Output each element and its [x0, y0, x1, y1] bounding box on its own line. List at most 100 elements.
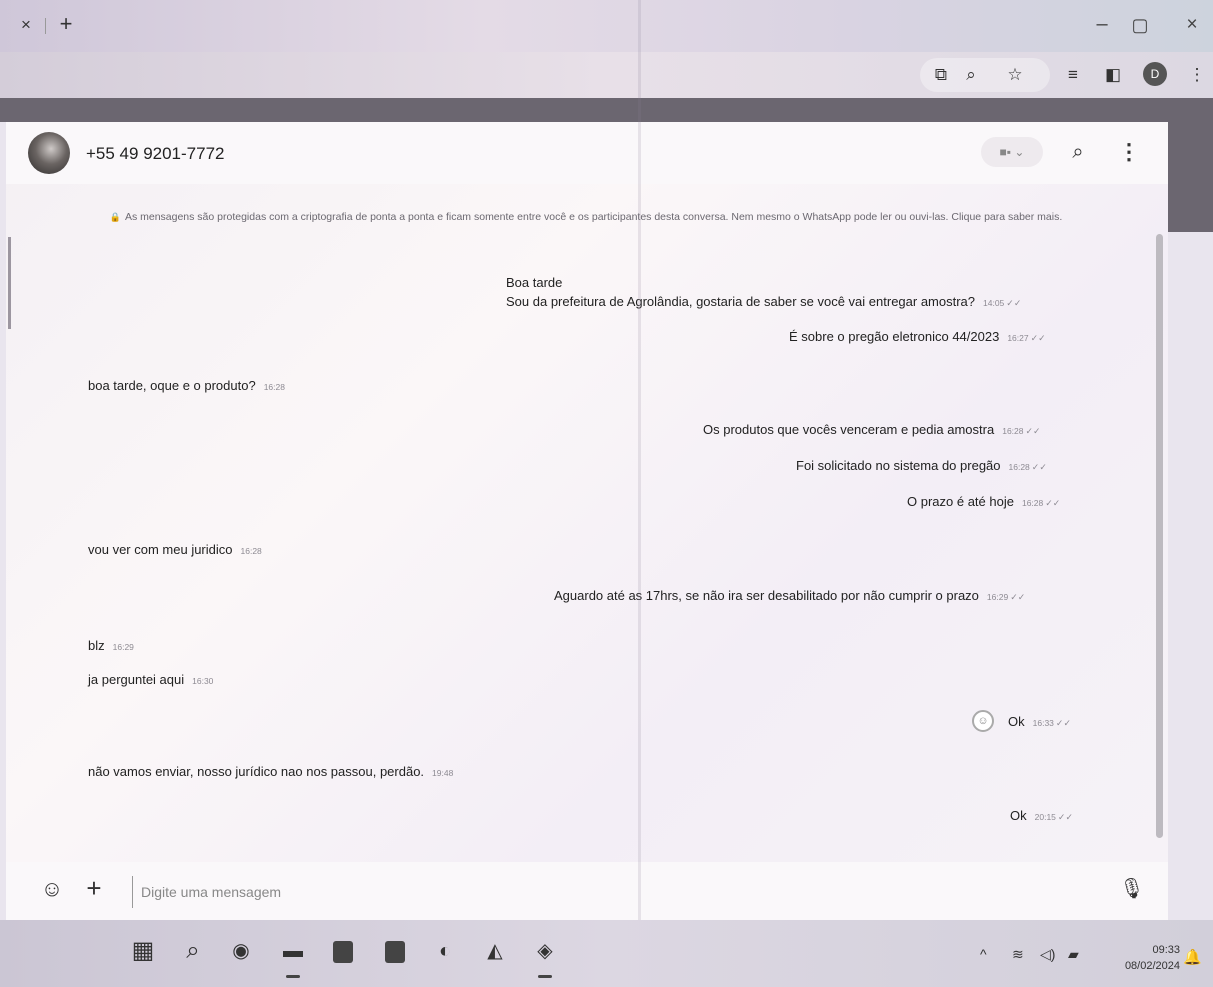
- contact-name[interactable]: +55 49 9201-7772: [86, 144, 225, 164]
- install-app-icon[interactable]: ⧉: [926, 60, 956, 90]
- message-time: 16:28: [1021, 498, 1044, 508]
- message-outgoing[interactable]: Ok 16:33 ✓✓: [1008, 712, 1071, 733]
- bookmark-star-icon[interactable]: ☆: [1000, 60, 1030, 90]
- message-time: 16:28: [1002, 426, 1024, 436]
- file-explorer-icon[interactable]: ▬: [278, 936, 308, 966]
- encryption-notice[interactable]: 🔒 As mensagens são protegidas com a cript…: [86, 206, 1086, 228]
- search-icon[interactable]: ⌕: [1064, 138, 1092, 166]
- start-menu-icon[interactable]: ▦: [128, 936, 158, 966]
- whatsapp-chat-pane: +55 49 9201-7772 ■▪ ⌄ ⌕ ⋮ 🔒 As mensagens …: [6, 122, 1168, 920]
- message-time: 16:28: [1008, 462, 1030, 472]
- message-text: ja perguntei aqui: [88, 672, 185, 687]
- message-text: boa tarde, oque e o produto?: [88, 378, 256, 393]
- document-app-icon[interactable]: [333, 941, 353, 963]
- message-incoming[interactable]: ja perguntei aqui 16:30: [88, 670, 213, 691]
- browser-tab-bar: × + – ▢ ×: [0, 0, 1213, 52]
- tab-separator: [45, 18, 46, 34]
- read-receipt-icon: ✓✓: [1045, 498, 1061, 508]
- tray-overflow-icon[interactable]: ^: [980, 946, 987, 962]
- tab-close-icon[interactable]: ×: [14, 12, 38, 38]
- message-outgoing[interactable]: Foi solicitado no sistema do pregão 16:28…: [796, 456, 1047, 477]
- whatsapp-app-icon[interactable]: ◈: [530, 936, 560, 966]
- zoom-icon[interactable]: ⌕: [956, 60, 986, 90]
- message-incoming[interactable]: boa tarde, oque e o produto? 16:28: [88, 376, 285, 397]
- drive-app-icon[interactable]: ◭: [480, 936, 510, 966]
- message-incoming[interactable]: blz 16:29: [88, 636, 134, 657]
- wifi-icon[interactable]: ≋: [1012, 946, 1024, 963]
- lock-icon: 🔒: [109, 212, 121, 222]
- notification-bell-icon[interactable]: 🔔: [1183, 948, 1202, 966]
- message-time: 16:30: [192, 676, 214, 686]
- message-time: 16:29: [112, 642, 134, 652]
- chrome-app-icon[interactable]: ◉: [226, 936, 256, 966]
- left-edge-marker: [8, 237, 11, 329]
- message-time: 16:28: [263, 382, 285, 392]
- photo-crease: [638, 0, 641, 987]
- message-text-line: Sou da prefeitura de Agrolândia, gostari…: [506, 294, 976, 309]
- read-receipt-icon: ✓✓: [1025, 426, 1041, 436]
- message-composer: ☺ + 🎙: [6, 862, 1168, 920]
- read-receipt-icon: ✓✓: [1031, 462, 1047, 472]
- notes-app-icon[interactable]: [385, 941, 405, 963]
- message-input[interactable]: [132, 876, 1103, 908]
- read-receipt-icon: ✓✓: [1055, 718, 1071, 728]
- emoji-picker-icon[interactable]: ☺: [38, 875, 66, 903]
- page-right-band: [1168, 122, 1213, 232]
- message-text: Aguardo até as 17hrs, se não ira ser des…: [554, 588, 979, 603]
- message-time: 14:05: [983, 298, 1005, 308]
- message-text: Foi solicitado no sistema do pregão: [796, 458, 1001, 473]
- message-outgoing[interactable]: É sobre o pregão eletronico 44/2023 16:27…: [789, 327, 1046, 348]
- chat-scrollbar[interactable]: [1156, 234, 1163, 838]
- active-app-indicator: [538, 975, 552, 978]
- clock-date[interactable]: 08/02/2024: [1104, 960, 1180, 972]
- minimize-button[interactable]: –: [1090, 12, 1114, 38]
- message-outgoing[interactable]: O prazo é até hoje 16:28 ✓✓: [907, 492, 1060, 513]
- message-time: 16:27: [1007, 333, 1029, 343]
- side-panel-icon[interactable]: ◧: [1098, 60, 1128, 90]
- taskbar-search-icon[interactable]: ⌕: [178, 936, 208, 966]
- profile-avatar[interactable]: D: [1143, 62, 1167, 86]
- attach-plus-icon[interactable]: +: [80, 875, 108, 903]
- media-control-icon[interactable]: ≡: [1058, 60, 1088, 90]
- message-time: 19:48: [432, 768, 454, 778]
- message-text: É sobre o pregão eletronico 44/2023: [789, 329, 1000, 344]
- read-receipt-icon: ✓✓: [1006, 298, 1022, 308]
- video-call-button[interactable]: ■▪ ⌄: [981, 137, 1043, 167]
- message-text: blz: [88, 638, 105, 653]
- message-incoming[interactable]: vou ver com meu juridico 16:28: [88, 540, 262, 561]
- message-time: 20:15: [1034, 812, 1056, 822]
- message-time: 16:28: [240, 546, 262, 556]
- browser-toolbar: ⧉ ⌕ ☆ ≡ ◧ ⋮: [0, 52, 1213, 98]
- clock-time[interactable]: 09:33: [1130, 944, 1180, 956]
- message-outgoing[interactable]: Ok 20:15 ✓✓: [1010, 806, 1073, 827]
- new-tab-button[interactable]: +: [54, 12, 78, 38]
- message-outgoing[interactable]: Aguardo até as 17hrs, se não ira ser des…: [554, 586, 1025, 607]
- message-incoming[interactable]: não vamos enviar, nosso jurídico nao nos…: [88, 762, 453, 783]
- contact-avatar[interactable]: [28, 132, 70, 174]
- message-text: Ok: [1008, 714, 1025, 729]
- message-outgoing[interactable]: Boa tarde Sou da prefeitura de Agrolândi…: [506, 273, 1021, 313]
- message-outgoing[interactable]: Os produtos que vocês venceram e pedia a…: [703, 420, 1041, 441]
- read-receipt-icon: ✓✓: [1030, 333, 1046, 343]
- maximize-button[interactable]: ▢: [1128, 12, 1152, 38]
- close-window-button[interactable]: ×: [1180, 12, 1204, 38]
- page-top-band: [0, 98, 1213, 122]
- message-text: não vamos enviar, nosso jurídico nao nos…: [88, 764, 425, 779]
- active-app-indicator: [286, 975, 300, 978]
- read-receipt-icon: ✓✓: [1010, 592, 1026, 602]
- chat-header: +55 49 9201-7772 ■▪ ⌄ ⌕ ⋮: [6, 122, 1168, 184]
- message-text: Os produtos que vocês venceram e pedia a…: [703, 422, 995, 437]
- emoji-reaction-icon[interactable]: ☺: [972, 710, 994, 732]
- media-app-icon[interactable]: ◐: [430, 936, 460, 966]
- read-receipt-icon: ✓✓: [1057, 812, 1073, 822]
- chat-menu-icon[interactable]: ⋮: [1118, 138, 1140, 166]
- battery-icon[interactable]: ▰: [1068, 946, 1079, 963]
- browser-menu-icon[interactable]: ⋮: [1182, 60, 1212, 90]
- os-taskbar: ▦ ⌕ ◉ ▬ ◐ ◭ ◈ ^ ≋ ◁) ▰ 09:33 08/02/2024 …: [0, 920, 1213, 987]
- message-text: O prazo é até hoje: [907, 494, 1014, 509]
- message-text: vou ver com meu juridico: [88, 542, 233, 557]
- volume-icon[interactable]: ◁): [1040, 946, 1055, 963]
- message-time: 16:29: [986, 592, 1009, 602]
- microphone-icon[interactable]: 🎙: [1118, 874, 1146, 904]
- message-text: Ok: [1010, 808, 1027, 823]
